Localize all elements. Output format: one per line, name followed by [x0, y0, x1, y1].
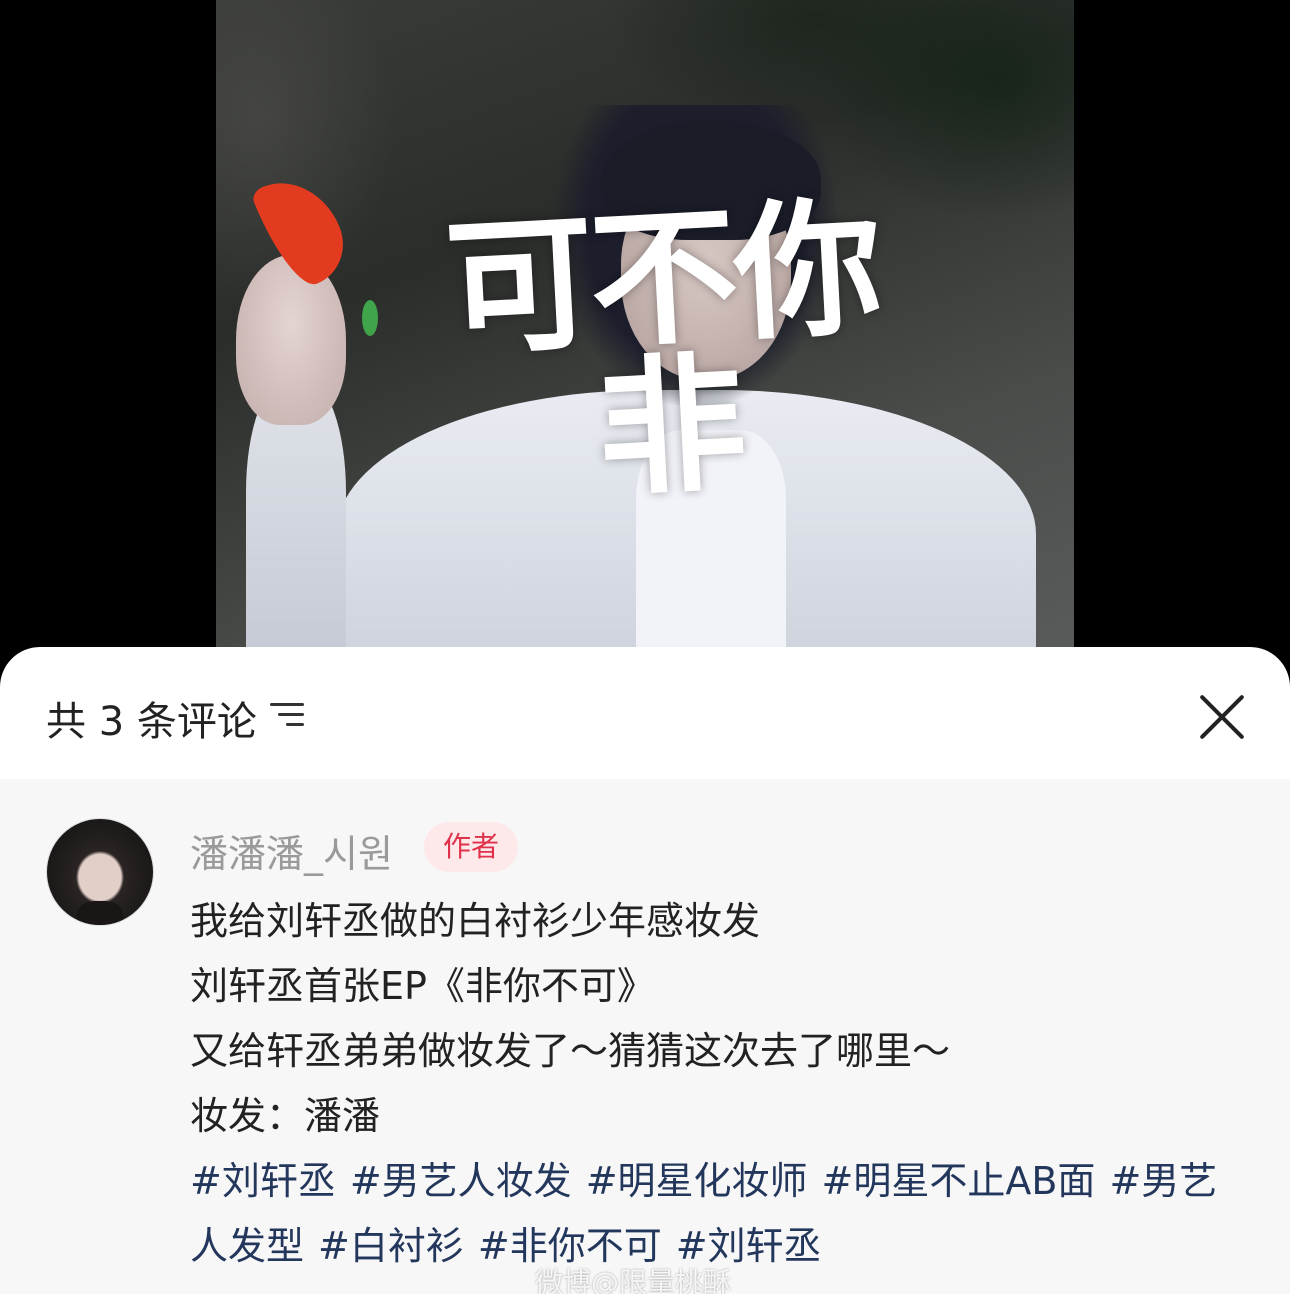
video-overlay-title: 可不你非 [441, 181, 883, 517]
comment-body: 我给刘轩丞做的白衬衫少年感妆发 刘轩丞首张EP《非你不可》 又给轩丞弟弟做妆发了… [190, 889, 1250, 1149]
comment-count-label: 共 3 条评论 [46, 699, 257, 745]
comment-item: 潘潘潘_시원 作者 我给刘轩丞做的白衬衫少年感妆发 刘轩丞首张EP《非你不可》 … [0, 779, 1290, 1294]
comment-sheet-header: 共 3 条评论 [0, 647, 1290, 779]
author-badge: 作者 [424, 822, 518, 872]
watermark-text: 微博@限量桃酥 [535, 1266, 732, 1294]
hashtag-link[interactable]: #明星化妆师 [586, 1159, 808, 1203]
hashtag-link[interactable]: #白衬衫 [318, 1224, 464, 1268]
comment-line: 又给轩丞弟弟做妆发了～猜猜这次去了哪里～ [190, 1029, 951, 1073]
comment-line: 妆发：潘潘 [190, 1094, 381, 1138]
comment-username[interactable]: 潘潘潘_시원 [190, 823, 393, 878]
comment-line: 我给刘轩丞做的白衬衫少年感妆发 [190, 899, 761, 943]
hashtag-link[interactable]: #刘轩丞 [190, 1159, 336, 1203]
close-icon[interactable] [1196, 691, 1248, 743]
sort-lines-icon[interactable] [270, 701, 304, 729]
comment-line: 刘轩丞首张EP《非你不可》 [190, 964, 655, 1008]
video-figure-hand [236, 255, 346, 425]
hashtag-link[interactable]: #明星不止AB面 [822, 1159, 1096, 1203]
hashtag-link[interactable]: #男艺人妆发 [350, 1159, 572, 1203]
carrot-leaf [362, 300, 378, 336]
avatar[interactable] [46, 818, 154, 926]
video-player[interactable]: 可不你非 [216, 0, 1074, 660]
comment-sheet: 共 3 条评论 潘潘潘_시원 作者 我给刘轩丞做的白衬衫少年感妆发 刘轩丞首张E… [0, 647, 1290, 1294]
hashtag-list: #刘轩丞 #男艺人妆发 #明星化妆师 #明星不止AB面 #男艺人发型 #白衬衫 #非你不可 #… [190, 1149, 1250, 1279]
